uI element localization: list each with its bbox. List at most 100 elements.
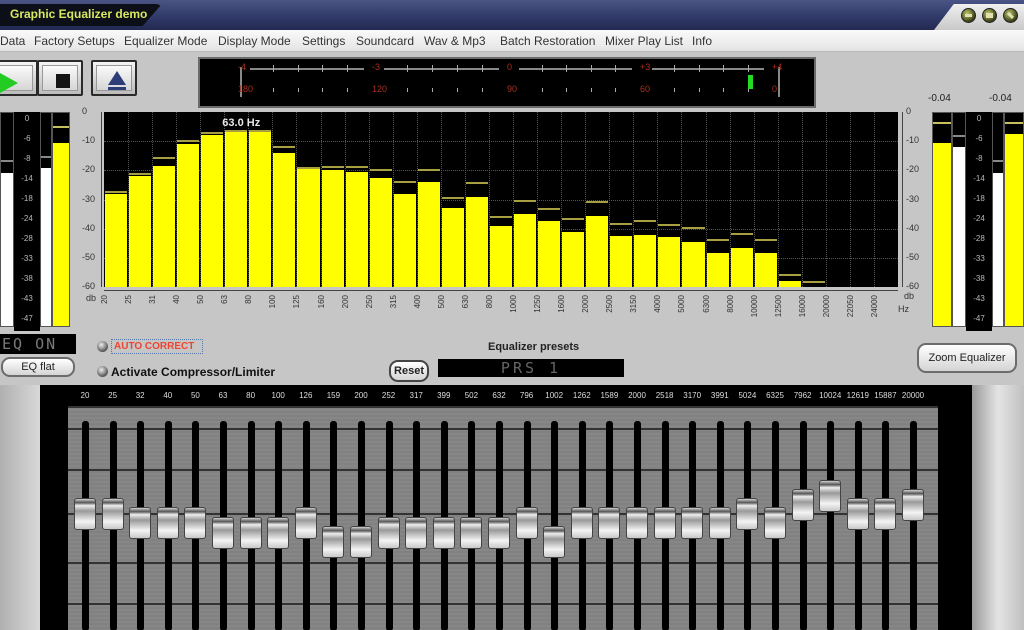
slider-knob[interactable]	[653, 507, 676, 540]
slider-knob[interactable]	[708, 507, 731, 540]
menu-item-data[interactable]: Data	[0, 34, 25, 48]
close-button[interactable]	[1003, 8, 1018, 23]
slider-track[interactable]	[910, 421, 917, 630]
slider-knob[interactable]	[74, 498, 96, 531]
auto-correct-toggle[interactable]	[97, 341, 108, 352]
eq-status-display: EQ ON	[0, 334, 76, 354]
slider-knob[interactable]	[322, 525, 345, 558]
spectrum-bar	[730, 247, 753, 287]
slider-knob[interactable]	[570, 507, 593, 540]
slider-knob[interactable]	[350, 525, 372, 558]
slider-track[interactable]	[799, 421, 807, 630]
slider-track[interactable]	[827, 421, 835, 630]
y-tick-label-left: -20	[82, 164, 96, 175]
slider-knob[interactable]	[626, 507, 648, 540]
menu-item-wav-mp3[interactable]: Wav & Mp3	[424, 34, 486, 48]
spectrum-peak-marker	[658, 224, 681, 227]
menu-item-display-mode[interactable]: Display Mode	[218, 34, 291, 48]
slider-knob[interactable]	[902, 489, 924, 522]
slider-knob[interactable]	[184, 507, 207, 540]
eject-button[interactable]	[91, 60, 137, 96]
slider-knob[interactable]	[101, 498, 124, 531]
meter-scale-label: -43	[21, 294, 33, 303]
spectrum-peak-marker	[465, 182, 488, 184]
tuner-dot	[347, 88, 349, 92]
slider-knob[interactable]	[267, 516, 290, 549]
x-tick-label: 800	[484, 295, 494, 309]
slider-knob[interactable]	[681, 507, 704, 540]
y-tick-label-left: -40	[82, 222, 96, 233]
spectrum-bar	[754, 253, 777, 287]
slider-knob[interactable]	[846, 498, 869, 531]
y-tick-label-left: -60	[82, 281, 96, 291]
meter-peak-marker	[1005, 121, 1023, 124]
y-tick-label-left: -30	[82, 193, 96, 204]
menu-item-equalizer-mode[interactable]: Equalizer Mode	[124, 34, 207, 48]
level-meter-secondary	[992, 112, 1004, 327]
slider-knob[interactable]	[488, 516, 510, 549]
meter-peak-marker	[933, 121, 951, 124]
spectrum-peak-marker	[682, 227, 705, 230]
meter-scale-label: -43	[973, 294, 985, 303]
menu-item-info[interactable]: Info	[692, 34, 712, 48]
eq-flat-button[interactable]: EQ flat	[1, 357, 75, 377]
close-icon	[1006, 11, 1015, 20]
slider-knob[interactable]	[129, 507, 152, 540]
minimize-button[interactable]	[961, 8, 976, 23]
spectrum-bar	[778, 281, 801, 287]
tuner-tick	[297, 65, 299, 72]
slider-knob[interactable]	[432, 516, 455, 549]
slider-knob[interactable]	[819, 479, 842, 512]
menu-item-soundcard[interactable]: Soundcard	[356, 34, 414, 48]
meter-scale-label: -33	[21, 254, 33, 263]
auto-correct-label[interactable]: AUTO CORRECT	[111, 339, 203, 354]
meter-scale-label: -24	[21, 214, 33, 223]
play-button[interactable]	[0, 60, 38, 96]
slider-knob[interactable]	[515, 507, 538, 540]
tuner-bottom-label: 60	[640, 84, 651, 94]
slider-knob[interactable]	[460, 516, 483, 549]
spectrum-peak-marker	[369, 168, 392, 171]
slider-knob[interactable]	[791, 489, 814, 522]
slider-knob[interactable]	[156, 507, 179, 540]
slider-knob[interactable]	[764, 507, 786, 540]
level-meter-bar	[932, 112, 952, 327]
slider-knob[interactable]	[598, 507, 621, 540]
spectrum-plot-area: 63.0 Hz	[104, 112, 898, 287]
slider-knob[interactable]	[212, 516, 234, 549]
level-meter-secondary	[952, 112, 966, 327]
menu-item-batch-restoration[interactable]: Batch Restoration	[500, 34, 595, 48]
meter-peak-marker	[953, 134, 965, 137]
slider-knob[interactable]	[239, 516, 262, 549]
preset-display[interactable]: PRS 1	[438, 359, 624, 377]
slider-knob[interactable]	[736, 498, 759, 531]
stop-button[interactable]	[37, 60, 83, 96]
y-tick-label-left: 0	[82, 106, 88, 116]
maximize-button[interactable]	[982, 8, 997, 23]
menu-item-mixer-play-list[interactable]: Mixer Play List	[605, 34, 683, 48]
level-meter-secondary	[0, 112, 14, 327]
spectrum-bar	[658, 237, 681, 287]
slider-knob[interactable]	[874, 498, 897, 531]
spectrum-bar	[562, 231, 585, 287]
y-tick-label-right: -30	[906, 193, 920, 204]
tuner-bottom-label: 120	[372, 84, 388, 94]
menu-item-settings[interactable]: Settings	[302, 34, 345, 48]
menu-item-factory-setups[interactable]: Factory Setups	[34, 34, 115, 48]
spectrum-bar	[706, 253, 729, 287]
meter-scale-label: -33	[973, 254, 985, 263]
spectrum-peak-marker	[297, 167, 320, 170]
tuner-dot	[541, 88, 543, 92]
left-peak-value: -0.04	[928, 93, 951, 104]
slider-knob[interactable]	[405, 516, 428, 549]
compressor-label[interactable]: Activate Compressor/Limiter	[111, 365, 275, 379]
slider-knob[interactable]	[543, 525, 566, 558]
reset-button[interactable]: Reset	[389, 360, 429, 382]
zoom-equalizer-button[interactable]: Zoom Equalizer	[917, 343, 1017, 373]
x-tick-label: 125	[292, 295, 302, 309]
slider-knob[interactable]	[377, 516, 400, 549]
frequency-annotation: 63.0 Hz	[222, 117, 261, 129]
slider-knob[interactable]	[294, 507, 317, 540]
y-axis-unit-right: db	[904, 291, 915, 301]
compressor-toggle[interactable]	[97, 366, 108, 377]
